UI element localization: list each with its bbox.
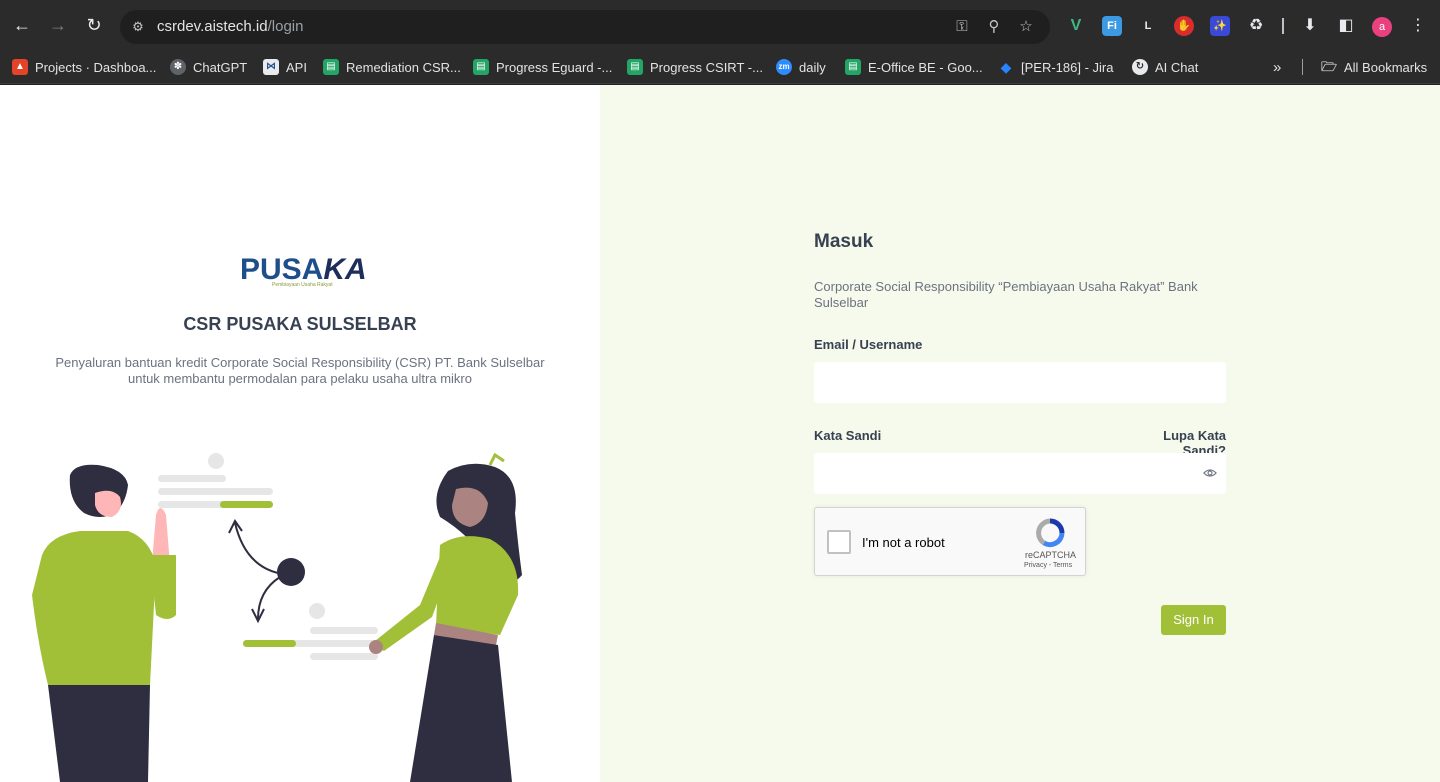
extension-color-icon[interactable]: ✨ bbox=[1210, 16, 1230, 36]
brand-panel: PUSAKA Pembiayaan Usaha Rakyat CSR PUSAK… bbox=[0, 85, 600, 782]
recaptcha-links[interactable]: Privacy - Terms bbox=[1024, 562, 1072, 569]
extension-l-icon[interactable]: L bbox=[1138, 16, 1158, 36]
form-description: Corporate Social Responsibility “Pembiay… bbox=[814, 279, 1198, 310]
recaptcha-label: I'm not a robot bbox=[862, 535, 945, 550]
toolbar-divider bbox=[1282, 18, 1284, 34]
all-bookmarks[interactable]: 🗁 All Bookmarks bbox=[1321, 56, 1427, 78]
bookmark-item[interactable]: ✽ ChatGPT bbox=[170, 56, 247, 78]
forward-icon[interactable]: → bbox=[48, 15, 68, 35]
bookmark-item[interactable]: ▲ Projects · Dashboa... bbox=[12, 56, 156, 78]
bookmark-item[interactable]: ▤ Progress CSIRT -... bbox=[627, 56, 763, 78]
login-panel: Masuk Corporate Social Responsibility “P… bbox=[600, 85, 1440, 782]
zoom-icon: zm bbox=[776, 59, 792, 75]
back-icon[interactable]: ← bbox=[12, 15, 32, 35]
recaptcha-logo-icon bbox=[1036, 518, 1065, 548]
recaptcha-checkbox[interactable] bbox=[827, 530, 851, 554]
bookmark-item[interactable]: ▤ E-Office BE - Goo... bbox=[845, 56, 983, 78]
password-label: Kata Sandi bbox=[814, 428, 882, 443]
bookmark-item[interactable]: ▤ Progress Eguard -... bbox=[473, 56, 612, 78]
url-text: csrdev.aistech.id/login bbox=[157, 18, 304, 35]
pusaka-logo: PUSAKA Pembiayaan Usaha Rakyat bbox=[240, 253, 367, 288]
site-settings-icon[interactable]: ⚙ bbox=[130, 19, 146, 35]
sheets-icon: ▤ bbox=[845, 59, 861, 75]
vue-devtools-icon[interactable]: V bbox=[1066, 16, 1086, 36]
bookmark-item[interactable]: ↻ AI Chat bbox=[1132, 56, 1198, 78]
email-input[interactable] bbox=[814, 362, 1226, 403]
sheets-icon: ▤ bbox=[627, 59, 643, 75]
menu-kebab-icon[interactable]: ⋮ bbox=[1408, 16, 1428, 36]
bookmark-item[interactable]: zm daily bbox=[776, 56, 826, 78]
api-icon: ⋈ bbox=[263, 59, 279, 75]
recaptcha-widget: I'm not a robot reCAPTCHA Privacy - Term… bbox=[814, 507, 1086, 576]
password-input[interactable] bbox=[814, 453, 1226, 494]
bookmarks-divider bbox=[1302, 59, 1303, 75]
profile-avatar[interactable]: a bbox=[1372, 17, 1392, 37]
email-label: Email / Username bbox=[814, 337, 923, 352]
form-title: Masuk bbox=[814, 231, 874, 252]
more-bookmarks-icon[interactable]: » bbox=[1273, 56, 1281, 78]
people-illustration bbox=[32, 452, 522, 782]
gitlab-icon: ▲ bbox=[12, 59, 28, 75]
bookmarks-bar: ▲ Projects · Dashboa... ✽ ChatGPT ⋈ API … bbox=[0, 50, 1440, 84]
sheets-icon: ▤ bbox=[323, 59, 339, 75]
sign-in-button[interactable]: Sign In bbox=[1161, 605, 1226, 635]
folder-icon: 🗁 bbox=[1321, 59, 1338, 74]
recaptcha-brand: reCAPTCHA bbox=[1025, 550, 1077, 560]
address-bar[interactable]: ⚙ csrdev.aistech.id/login ⚿ ⚲ ☆ bbox=[120, 10, 1050, 44]
bookmark-item[interactable]: ◆ [PER-186] - Jira bbox=[998, 56, 1114, 78]
brand-description: Penyaluran bantuan kredit Corporate Soci… bbox=[55, 355, 545, 386]
extensions-puzzle-icon[interactable]: ♻ bbox=[1246, 16, 1266, 36]
reload-icon[interactable]: ↻ bbox=[84, 15, 104, 35]
brand-title: CSR PUSAKA SULSELBAR bbox=[183, 314, 417, 334]
chatgpt-icon: ✽ bbox=[170, 59, 186, 75]
extension-fi-icon[interactable]: Fi bbox=[1102, 16, 1122, 36]
download-icon[interactable]: ⬇ bbox=[1300, 16, 1320, 36]
browser-toolbar: ← → ↻ ⚙ csrdev.aistech.id/login ⚿ ⚲ ☆ V … bbox=[0, 0, 1440, 50]
sheets-icon: ▤ bbox=[473, 59, 489, 75]
bookmark-item[interactable]: ▤ Remediation CSR... bbox=[323, 56, 461, 78]
bookmark-star-icon[interactable]: ☆ bbox=[1016, 18, 1036, 36]
zoom-icon[interactable]: ⚲ bbox=[984, 18, 1004, 36]
side-panel-icon[interactable]: ◧ bbox=[1336, 16, 1356, 36]
jira-icon: ◆ bbox=[1000, 59, 1012, 75]
password-key-icon[interactable]: ⚿ bbox=[952, 18, 972, 36]
page: PUSAKA Pembiayaan Usaha Rakyat CSR PUSAK… bbox=[0, 85, 1440, 782]
ai-chat-icon: ↻ bbox=[1132, 59, 1148, 75]
bookmark-item[interactable]: ⋈ API bbox=[263, 56, 307, 78]
extension-stop-icon[interactable]: ✋ bbox=[1174, 16, 1194, 36]
eye-icon[interactable] bbox=[1203, 466, 1217, 480]
